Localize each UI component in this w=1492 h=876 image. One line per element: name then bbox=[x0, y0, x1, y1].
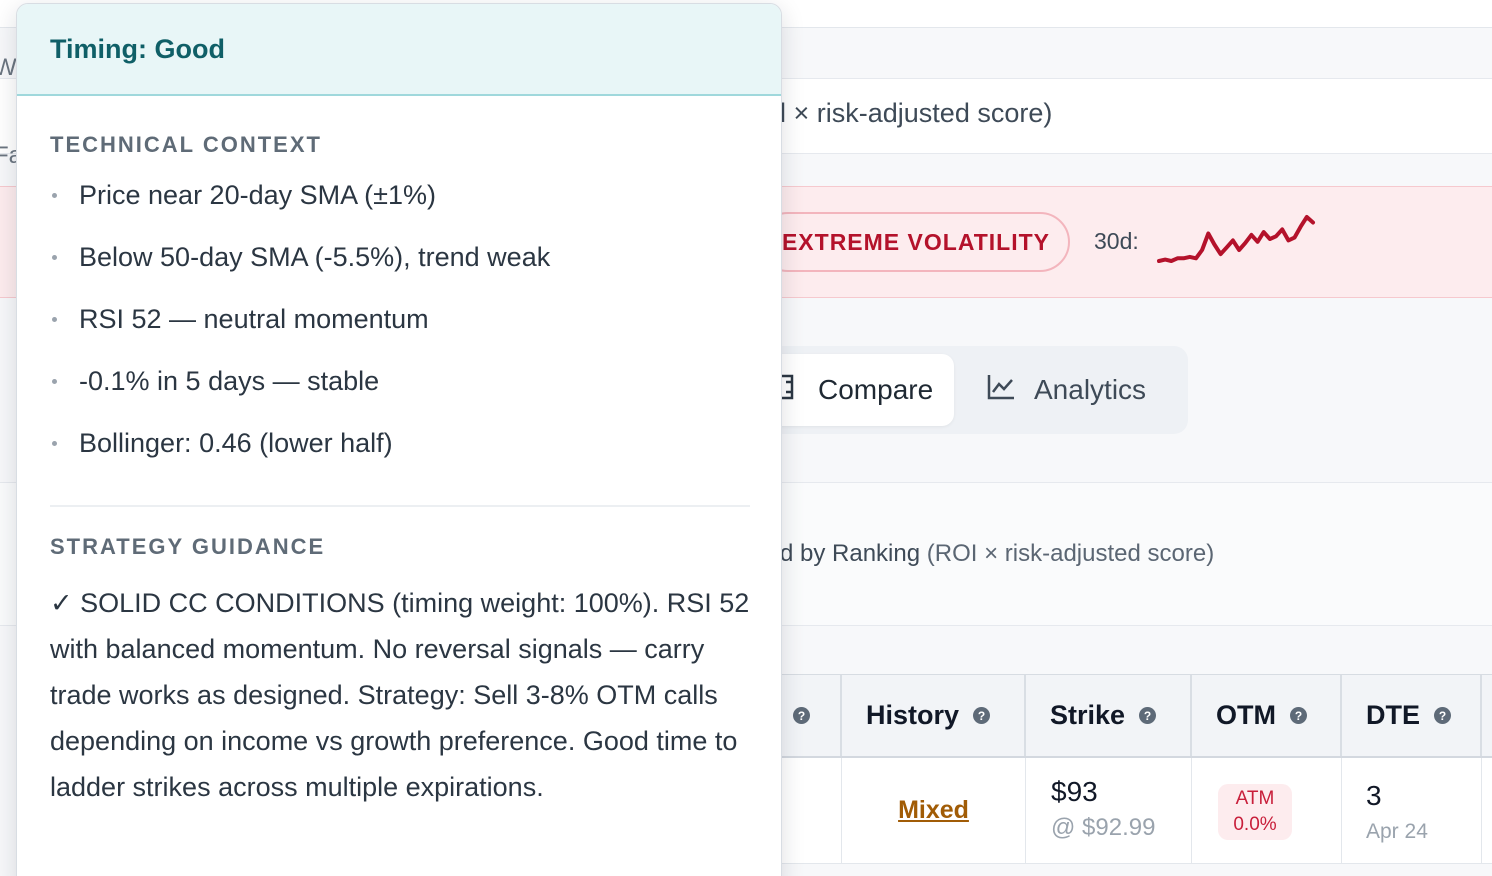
bullet-icon bbox=[52, 317, 57, 322]
tab-analytics-label: Analytics bbox=[1034, 374, 1147, 405]
list-item-text: -0.1% in 5 days — stable bbox=[79, 366, 380, 396]
strike-cell: $93 @ $92.99 bbox=[1026, 758, 1192, 863]
otm-cell: ATM 0.0% bbox=[1192, 758, 1342, 863]
help-icon[interactable]: ? bbox=[973, 707, 991, 724]
options-table: ? History? Strike? OTM? DTE? Mixed $93 @… bbox=[760, 674, 1492, 876]
table-row[interactable]: Mixed $93 @ $92.99 ATM 0.0% 3 Apr 24 bbox=[760, 758, 1492, 864]
tab-compare-label: Compare bbox=[818, 374, 934, 405]
table-header-strike[interactable]: Strike? bbox=[1026, 675, 1192, 756]
strike-header-label: Strike bbox=[1050, 700, 1126, 730]
tab-analytics[interactable]: Analytics bbox=[986, 354, 1176, 426]
otm-label: ATM bbox=[1235, 788, 1275, 809]
volatility-badge: EXTREME VOLATILITY bbox=[758, 212, 1070, 272]
list-item-text: RSI 52 — neutral momentum bbox=[79, 304, 429, 334]
otm-percent: 0.0% bbox=[1233, 814, 1277, 835]
table-header-otm[interactable]: OTM? bbox=[1192, 675, 1342, 756]
bullet-icon bbox=[52, 255, 57, 260]
ranking-suffix: (ROI × risk-adjusted score) bbox=[926, 540, 1215, 567]
list-item-text: Price near 20-day SMA (±1%) bbox=[79, 180, 436, 210]
history-cell: Mixed bbox=[842, 758, 1026, 863]
popover-title: Timing: Good bbox=[50, 33, 225, 64]
line-chart-icon bbox=[986, 373, 1016, 408]
dte-cell: 3 Apr 24 bbox=[1342, 758, 1482, 863]
tab-compare[interactable]: Compare bbox=[770, 354, 954, 426]
list-item: Below 50-day SMA (-5.5%), trend weak bbox=[50, 242, 750, 304]
bullet-icon bbox=[52, 193, 57, 198]
strike-value: $93 bbox=[1051, 776, 1098, 807]
otm-header-label: OTM bbox=[1216, 700, 1276, 730]
list-item: Bollinger: 0.46 (lower half) bbox=[50, 428, 750, 490]
volatility-sparkline bbox=[1157, 215, 1315, 263]
help-icon[interactable]: ? bbox=[793, 707, 810, 724]
page-subtitle: l × risk-adjusted score) bbox=[780, 98, 1053, 128]
list-item: Price near 20-day SMA (±1%) bbox=[50, 180, 750, 242]
help-icon[interactable]: ? bbox=[1434, 707, 1451, 724]
list-item: RSI 52 — neutral momentum bbox=[50, 304, 750, 366]
otm-badge: ATM 0.0% bbox=[1218, 784, 1292, 840]
table-header-dte[interactable]: DTE? bbox=[1342, 675, 1482, 756]
technical-context-heading: TECHNICAL CONTEXT bbox=[50, 132, 322, 157]
table-header-history[interactable]: History? bbox=[842, 675, 1026, 756]
technical-context-list: Price near 20-day SMA (±1%) Below 50-day… bbox=[50, 180, 750, 490]
strategy-guidance-text: ✓ SOLID CC CONDITIONS (timing weight: 10… bbox=[50, 588, 750, 802]
strategy-guidance-heading: STRATEGY GUIDANCE bbox=[50, 534, 326, 559]
list-item-text: Below 50-day SMA (-5.5%), trend weak bbox=[79, 242, 551, 272]
section-divider bbox=[50, 505, 750, 507]
sparkline-label: 30d: bbox=[1094, 228, 1139, 254]
help-icon[interactable]: ? bbox=[1139, 707, 1157, 724]
list-item: -0.1% in 5 days — stable bbox=[50, 366, 750, 428]
strike-price: @ $92.99 bbox=[1051, 814, 1156, 841]
history-header-label: History bbox=[866, 700, 960, 730]
ranking-description: d by Ranking (ROI × risk-adjusted score) bbox=[780, 540, 1214, 568]
ranking-prefix: d by Ranking bbox=[780, 540, 921, 567]
popover-header: Timing: Good bbox=[17, 4, 781, 96]
bullet-icon bbox=[52, 441, 57, 446]
help-icon[interactable]: ? bbox=[1290, 707, 1307, 724]
list-item-text: Bollinger: 0.46 (lower half) bbox=[79, 428, 393, 458]
table-header-row: ? History? Strike? OTM? DTE? bbox=[760, 674, 1492, 758]
dte-value: 3 bbox=[1366, 780, 1382, 811]
history-link[interactable]: Mixed bbox=[898, 796, 969, 825]
dte-header-label: DTE bbox=[1366, 700, 1420, 730]
timing-popover: Timing: Good TECHNICAL CONTEXT Price nea… bbox=[16, 3, 782, 876]
bullet-icon bbox=[52, 379, 57, 384]
dte-date: Apr 24 bbox=[1366, 820, 1428, 843]
clipped-text-w: W bbox=[0, 54, 17, 81]
